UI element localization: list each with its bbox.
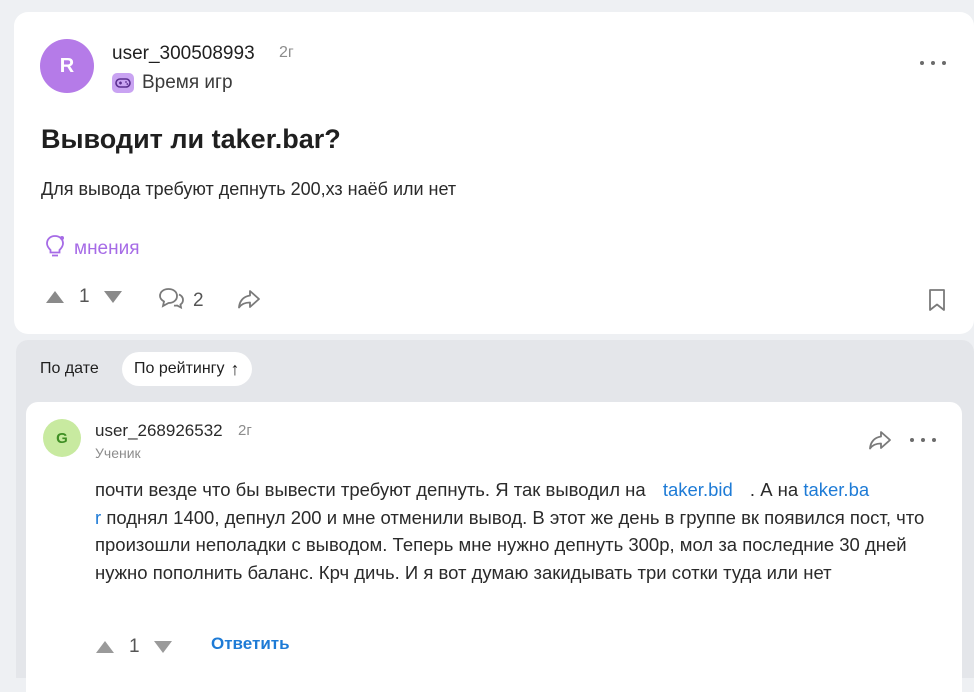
- sort-by-rating-button[interactable]: По рейтингу ↑: [122, 352, 252, 386]
- post-body: Для вывода требуют депнуть 200,хз наёб и…: [41, 179, 457, 199]
- comment-author-role: Ученик: [95, 445, 141, 461]
- avatar[interactable]: G: [43, 419, 81, 457]
- comment-text: почти везде что бы вывести требуют депну…: [95, 476, 955, 586]
- post-subject[interactable]: Время игр: [142, 72, 233, 94]
- comments-section: По дате По рейтингу ↑ G user_268926532 2…: [16, 340, 974, 692]
- comment-text-part: поднял 1400, депнул 200 и мне отменили в…: [95, 506, 925, 583]
- upvote-icon[interactable]: [46, 291, 64, 303]
- post-vote-controls: 1: [46, 286, 122, 308]
- lightbulb-icon: [44, 234, 66, 263]
- comments-button[interactable]: 2: [157, 286, 204, 315]
- avatar[interactable]: R: [40, 39, 94, 93]
- comment-link-taker-bar[interactable]: taker.ba: [803, 479, 869, 500]
- more-icon[interactable]: [920, 58, 946, 68]
- comment-link-taker-bid[interactable]: taker.bid: [663, 479, 733, 500]
- post-author-username[interactable]: user_300508993: [112, 43, 255, 65]
- comment-card: G user_268926532 2г Ученик почти везде ч…: [26, 402, 962, 692]
- post-time: 2г: [279, 44, 294, 61]
- sort-by-date-button[interactable]: По дате: [28, 352, 111, 386]
- sort-by-rating-label: По рейтингу: [134, 360, 225, 377]
- comment-author-username[interactable]: user_268926532: [95, 421, 223, 441]
- comment-vote-controls: 1: [96, 636, 172, 658]
- post-vote-count: 1: [79, 286, 90, 307]
- upvote-icon[interactable]: [96, 641, 114, 653]
- reply-button[interactable]: Ответить: [211, 634, 290, 654]
- gamepad-icon: [112, 73, 134, 93]
- opinions-label: мнения: [74, 237, 140, 259]
- opinions-button[interactable]: мнения: [44, 234, 140, 263]
- downvote-icon[interactable]: [103, 291, 122, 303]
- comment-link-taker-bar-continued[interactable]: r: [95, 507, 101, 528]
- comments-count: 2: [193, 289, 204, 311]
- comment-vote-count: 1: [129, 636, 140, 657]
- comment-bubble-icon: [157, 286, 185, 315]
- comment-time: 2г: [238, 422, 252, 439]
- arrow-up-icon: ↑: [230, 358, 240, 379]
- bookmark-icon[interactable]: [926, 287, 948, 318]
- sort-by-date-label: По дате: [40, 360, 99, 377]
- comment-text-part: почти везде что бы вывести требуют депну…: [95, 479, 646, 500]
- comment-text-part: . А на: [749, 479, 799, 500]
- downvote-icon[interactable]: [153, 641, 172, 653]
- post-card: R user_300508993 2г Время игр Выводит ли…: [14, 12, 974, 334]
- share-icon[interactable]: [236, 288, 262, 315]
- share-icon[interactable]: [867, 429, 893, 456]
- more-icon[interactable]: [910, 435, 936, 445]
- post-title: Выводит ли taker.bar?: [41, 124, 341, 154]
